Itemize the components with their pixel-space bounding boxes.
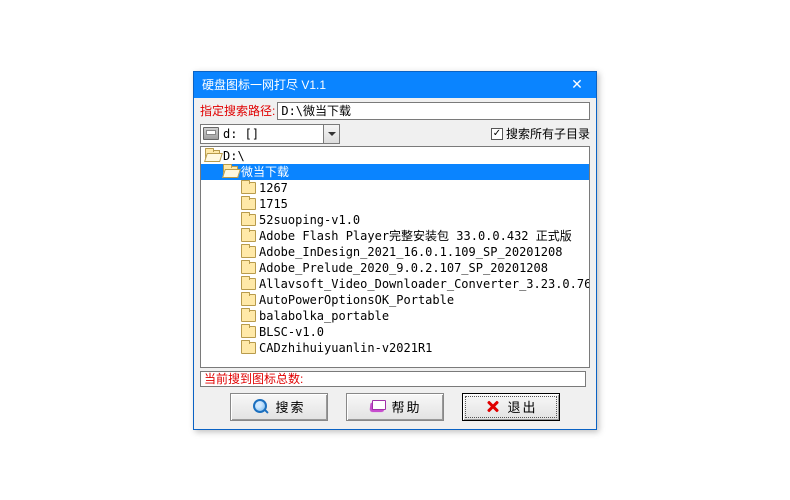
folder-closed-icon <box>241 230 256 242</box>
content-area: 指定搜索路径: d: [] ✓ 搜索所有子目录 D:\微当下载1267 1715 5… <box>194 98 596 429</box>
subdir-checkbox[interactable]: ✓ <box>491 128 503 140</box>
folder-closed-icon <box>241 246 256 258</box>
tree-row-label: balabolka_portable <box>259 309 389 323</box>
exit-button-label: 退出 <box>507 397 537 416</box>
folder-closed-icon <box>241 294 256 306</box>
tree-row[interactable]: CADzhihuiyuanlin-v2021R1 <box>201 340 589 356</box>
help-icon <box>368 398 386 416</box>
folder-tree[interactable]: D:\微当下载1267 1715 52suoping-v1.0Adobe Flash… <box>200 146 590 368</box>
button-row: 搜索 帮助 退出 <box>200 393 590 421</box>
exit-button[interactable]: 退出 <box>462 393 560 421</box>
subdir-checkbox-wrap[interactable]: ✓ 搜索所有子目录 <box>491 125 590 142</box>
tree-row[interactable]: AutoPowerOptionsOK_Portable <box>201 292 589 308</box>
tree-row[interactable]: Allavsoft_Video_Downloader_Converter_3.2… <box>201 276 589 292</box>
tree-row[interactable]: Adobe_Prelude_2020_9.0.2.107_SP_20201208 <box>201 260 589 276</box>
tree-row-label: D:\ <box>223 149 245 163</box>
search-button[interactable]: 搜索 <box>230 393 328 421</box>
tree-row[interactable]: D:\ <box>201 148 589 164</box>
titlebar[interactable]: 硬盘图标一网打尽 V1.1 ✕ <box>194 72 596 98</box>
tree-row[interactable]: 1267 <box>201 180 589 196</box>
tree-row-label: 1267 <box>259 181 288 195</box>
tree-row-label: CADzhihuiyuanlin-v2021R1 <box>259 341 432 355</box>
status-row: 当前搜到图标总数: <box>200 371 590 387</box>
window-title: 硬盘图标一网打尽 V1.1 <box>202 76 326 93</box>
folder-closed-icon <box>241 182 256 194</box>
folder-closed-icon <box>241 342 256 354</box>
folder-open-icon <box>205 150 220 162</box>
folder-closed-icon <box>241 310 256 322</box>
exit-icon <box>484 398 502 416</box>
folder-closed-icon <box>241 278 256 290</box>
tree-row[interactable]: Adobe Flash Player完整安装包 33.0.0.432 正式版 <box>201 228 589 244</box>
status-bar: 当前搜到图标总数: <box>200 371 586 387</box>
search-path-input[interactable] <box>277 102 590 120</box>
tree-row-label: Allavsoft_Video_Downloader_Converter_3.2… <box>259 277 590 291</box>
folder-closed-icon <box>241 198 256 210</box>
drive-icon <box>203 127 219 140</box>
folder-open-icon <box>223 166 238 178</box>
folder-closed-icon <box>241 214 256 226</box>
tree-row[interactable]: 1715 <box>201 196 589 212</box>
tree-row[interactable]: 微当下载 <box>201 164 589 180</box>
app-window: 硬盘图标一网打尽 V1.1 ✕ 指定搜索路径: d: [] ✓ 搜索所有子目录 … <box>193 71 597 430</box>
tree-row[interactable]: BLSC-v1.0 <box>201 324 589 340</box>
tree-row-label: 微当下载 <box>241 163 289 180</box>
tree-row[interactable]: Adobe_InDesign_2021_16.0.1.109_SP_202012… <box>201 244 589 260</box>
path-row: 指定搜索路径: <box>200 102 590 120</box>
drive-text: d: [] <box>223 127 259 141</box>
search-icon <box>252 398 270 416</box>
tree-row-label: BLSC-v1.0 <box>259 325 324 339</box>
drive-row: d: [] ✓ 搜索所有子目录 <box>200 124 590 144</box>
tree-row[interactable]: balabolka_portable <box>201 308 589 324</box>
tree-row-label: Adobe_InDesign_2021_16.0.1.109_SP_202012… <box>259 245 562 259</box>
drive-select[interactable]: d: [] <box>200 124 340 144</box>
path-label: 指定搜索路径: <box>200 102 275 119</box>
close-icon: ✕ <box>571 76 583 93</box>
subdir-label: 搜索所有子目录 <box>506 125 590 142</box>
status-text: 当前搜到图标总数: <box>204 370 303 387</box>
tree-row-label: 52suoping-v1.0 <box>259 213 360 227</box>
folder-closed-icon <box>241 262 256 274</box>
tree-row-label: Adobe_Prelude_2020_9.0.2.107_SP_20201208 <box>259 261 548 275</box>
tree-row[interactable]: 52suoping-v1.0 <box>201 212 589 228</box>
folder-closed-icon <box>241 326 256 338</box>
search-button-label: 搜索 <box>275 397 305 416</box>
help-button-label: 帮助 <box>391 397 421 416</box>
chevron-down-icon <box>323 125 339 143</box>
tree-row-label: 1715 <box>259 197 288 211</box>
tree-row-label: AutoPowerOptionsOK_Portable <box>259 293 454 307</box>
close-button[interactable]: ✕ <box>558 72 596 98</box>
tree-row-label: Adobe Flash Player完整安装包 33.0.0.432 正式版 <box>259 227 572 244</box>
help-button[interactable]: 帮助 <box>346 393 444 421</box>
